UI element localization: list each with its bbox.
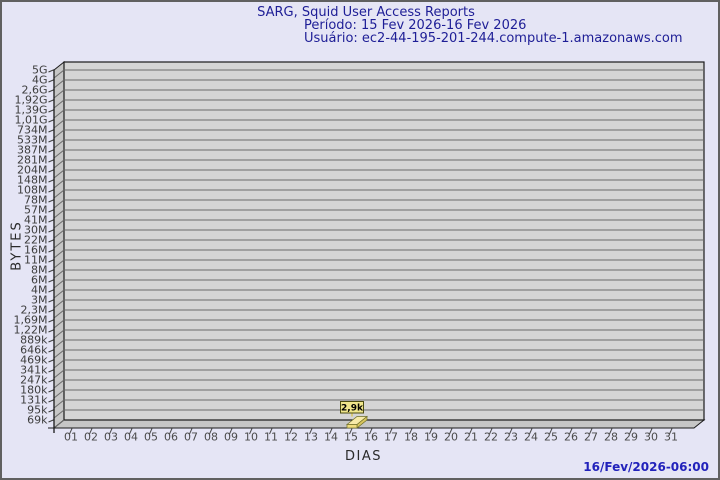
bar-value-callout: 2,9k bbox=[340, 401, 364, 414]
x-tick-label: 03 bbox=[104, 431, 118, 444]
x-tick-label: 07 bbox=[184, 431, 198, 444]
x-tick-label: 08 bbox=[204, 431, 218, 444]
x-tick-label: 23 bbox=[504, 431, 518, 444]
x-tick-label: 13 bbox=[304, 431, 318, 444]
x-tick-label: 26 bbox=[564, 431, 578, 444]
bar-front-face bbox=[346, 424, 358, 429]
x-tick-label: 09 bbox=[224, 431, 238, 444]
x-axis-title: DIAS bbox=[345, 449, 382, 464]
x-tick-label: 17 bbox=[384, 431, 398, 444]
x-tick-label: 15 bbox=[344, 431, 358, 444]
x-tick-label: 16 bbox=[364, 431, 378, 444]
x-tick-label: 29 bbox=[624, 431, 638, 444]
x-tick-label: 06 bbox=[164, 431, 178, 444]
x-tick-label: 04 bbox=[124, 431, 138, 444]
x-tick-label: 10 bbox=[244, 431, 258, 444]
callout-value: 2,9k bbox=[341, 404, 364, 414]
x-tick-label: 24 bbox=[524, 431, 538, 444]
x-tick-label: 31 bbox=[664, 431, 678, 444]
x-tick-label: 01 bbox=[64, 431, 78, 444]
bytes-per-day-bar-chart: 5G4G2,6G1,92G1,39G1,01G734M533M387M281M2… bbox=[14, 60, 706, 444]
x-tick-label: 02 bbox=[84, 431, 98, 444]
x-tick-label: 30 bbox=[644, 431, 658, 444]
sarg-report-page: SARG, Squid User Access Reports Período:… bbox=[0, 0, 720, 480]
x-tick-label: 21 bbox=[464, 431, 478, 444]
x-tick-label: 18 bbox=[404, 431, 418, 444]
x-tick-label: 25 bbox=[544, 431, 558, 444]
x-tick-label: 11 bbox=[264, 431, 278, 444]
x-tick-label: 19 bbox=[424, 431, 438, 444]
x-tick-label: 28 bbox=[604, 431, 618, 444]
floor bbox=[52, 419, 706, 429]
chart-3d-frame bbox=[52, 60, 706, 430]
x-tick-label: 22 bbox=[484, 431, 498, 444]
x-tick-label: 14 bbox=[324, 431, 338, 444]
plot-area bbox=[63, 61, 705, 421]
x-tick-label: 12 bbox=[284, 431, 298, 444]
x-axis: 01 02 03 04 05 06 07 08 09 10 11 12 13 14 15 16 17 18 19 20… bbox=[64, 428, 678, 444]
x-tick-label: 20 bbox=[444, 431, 458, 444]
x-tick-label: 05 bbox=[144, 431, 158, 444]
x-tick-label: 27 bbox=[584, 431, 598, 444]
y-tick-label: 69k bbox=[27, 414, 48, 427]
generation-timestamp: 16/Fev/2026-06:00 bbox=[583, 460, 709, 474]
y-axis-title: BYTES bbox=[9, 220, 25, 271]
